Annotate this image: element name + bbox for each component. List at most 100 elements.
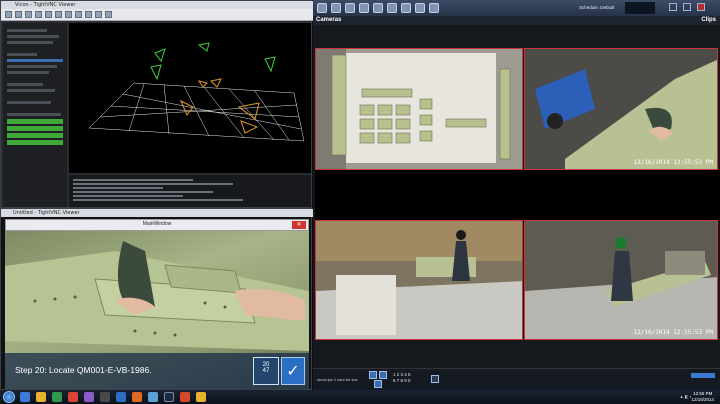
main-window-titlebar[interactable]: MainWindow ✕ (5, 219, 309, 231)
cameras-heading: Cameras (316, 17, 342, 23)
toolbar-button-3[interactable] (25, 11, 32, 18)
instruction-photo: Step 20: Locate QM001-E-VB-1986. 20 47 ✓ (5, 231, 309, 389)
status-row-green[interactable] (7, 140, 63, 145)
camera-tile-2[interactable]: 12/16/2014 12:55:53 PM (524, 48, 718, 170)
panel-row[interactable] (7, 53, 37, 56)
pan-left-icon[interactable] (369, 371, 377, 379)
layout-icon[interactable] (331, 3, 341, 13)
settings-icon[interactable] (401, 3, 411, 13)
instruction-caption: Step 20: Locate QM001-E-VB-1986. 20 47 ✓ (5, 353, 309, 389)
grid-icon[interactable] (431, 375, 439, 383)
panel-row[interactable] (7, 41, 53, 44)
numpad-row-2[interactable]: 6 7 8 9 0 (393, 378, 411, 384)
camera-tile-4[interactable]: 12/16/2014 12:55:53 PM (524, 220, 718, 340)
camera-tile-1[interactable] (315, 48, 523, 170)
nvr-clock (625, 2, 655, 14)
panel-row[interactable] (7, 71, 49, 74)
close-icon[interactable]: ✕ (292, 221, 306, 229)
log-line (73, 191, 213, 193)
log-line (73, 195, 183, 197)
windows-taskbar: ▲ ◧ ◐ 12:55 PM 12/16/2014 (0, 390, 720, 404)
pan-down-icon[interactable] (374, 380, 382, 388)
status-row-green[interactable] (7, 126, 63, 131)
log-line (73, 187, 163, 189)
volume-bar[interactable] (691, 373, 715, 378)
app-icon[interactable] (164, 392, 174, 402)
viewer-toolbar (1, 9, 313, 21)
status-row-green[interactable] (7, 133, 63, 138)
toolbar-button-1[interactable] (5, 11, 12, 18)
toolbar-button-9[interactable] (85, 11, 92, 18)
app-icon[interactable] (180, 392, 190, 402)
camera-view-icon[interactable] (317, 3, 327, 13)
toolbar-button-6[interactable] (55, 11, 62, 18)
nvr-bottom-bar: show fps // cam for kcs 1 2 3 4 5 6 7 8 … (313, 368, 720, 390)
log-panel (69, 175, 311, 207)
tracking-viewer-window: Vicon - TightVNC Viewer (0, 0, 313, 208)
viewer-title: Vicon - TightVNC Viewer (15, 2, 76, 8)
vnc-icon[interactable] (116, 392, 126, 402)
folder-icon[interactable] (36, 392, 46, 402)
vlc-icon[interactable] (196, 392, 206, 402)
tracking-grid-graphic (88, 42, 305, 142)
pan-right-icon[interactable] (379, 371, 387, 379)
tools-icon[interactable] (415, 3, 425, 13)
status-row-green[interactable] (7, 119, 63, 124)
toolbar-button-10[interactable] (95, 11, 102, 18)
camera-4-image (525, 221, 717, 339)
close-icon[interactable] (697, 3, 705, 11)
minimize-icon[interactable] (669, 3, 677, 11)
toolbar-button-7[interactable] (65, 11, 72, 18)
nvr-section-header: Cameras Clips (313, 16, 720, 25)
camera-tile-3[interactable] (315, 220, 523, 340)
toolbar-button-4[interactable] (35, 11, 42, 18)
app-icon[interactable] (84, 392, 94, 402)
step-text: Step 20: Locate QM001-E-VB-1986. (15, 365, 152, 375)
panel-row[interactable] (7, 89, 55, 92)
clock-date: 12/16/2014 (691, 397, 714, 402)
layout-icon[interactable] (345, 3, 355, 13)
help-icon[interactable] (429, 3, 439, 13)
panel-row[interactable] (7, 65, 57, 68)
maximize-icon[interactable] (683, 3, 691, 11)
camera-2-timestamp: 12/16/2014 12:55:53 PM (633, 159, 713, 166)
app-icon[interactable] (132, 392, 142, 402)
panel-row[interactable] (7, 29, 47, 32)
camera-4-timestamp: 12/16/2014 12:55:53 PM (633, 329, 713, 336)
panel-row[interactable] (7, 101, 51, 104)
log-line (73, 179, 193, 181)
system-tray[interactable]: ▲ ◧ ◐ (680, 394, 692, 399)
panel-row[interactable] (7, 35, 59, 38)
camera-1-image (316, 49, 522, 169)
export-icon[interactable] (387, 3, 397, 13)
app-icon[interactable] (100, 392, 110, 402)
step-total: 47 (262, 368, 270, 374)
chrome-icon[interactable] (68, 392, 78, 402)
toolbar-button-2[interactable] (15, 11, 22, 18)
camera-numpad[interactable]: 1 2 3 4 5 6 7 8 9 0 (393, 372, 411, 384)
app-icon[interactable] (148, 392, 158, 402)
panel-row[interactable] (7, 113, 61, 116)
panel-row[interactable] (7, 83, 43, 86)
panel-row-selected[interactable] (7, 59, 63, 62)
start-button[interactable] (3, 391, 15, 403)
layout-icon[interactable] (359, 3, 369, 13)
camera-nvr-window: Schedule: Default Cameras Clips 12/16/20… (313, 0, 720, 390)
explorer-icon[interactable] (20, 392, 30, 402)
confirm-step-button[interactable]: ✓ (281, 357, 305, 385)
playback-icon[interactable] (373, 3, 383, 13)
log-line (73, 199, 243, 201)
camera-3-image (316, 221, 522, 339)
taskbar-clock[interactable]: 12:55 PM 12/16/2014 (691, 391, 714, 403)
toolbar-button-11[interactable] (105, 11, 112, 18)
status-text: show fps // cam for kcs (317, 377, 358, 382)
camera-2-image (525, 49, 717, 169)
3d-tracking-view[interactable] (69, 23, 311, 173)
toolbar-button-5[interactable] (45, 11, 52, 18)
toolbar-button-8[interactable] (75, 11, 82, 18)
media-icon[interactable] (52, 392, 62, 402)
work-window-titlebar[interactable]: Untitled - TightVNC Viewer (1, 209, 313, 217)
work-instruction-window: Untitled - TightVNC Viewer MainWindow ✕ … (0, 208, 313, 390)
log-line (73, 183, 233, 185)
viewer-titlebar[interactable]: Vicon - TightVNC Viewer (1, 1, 313, 9)
